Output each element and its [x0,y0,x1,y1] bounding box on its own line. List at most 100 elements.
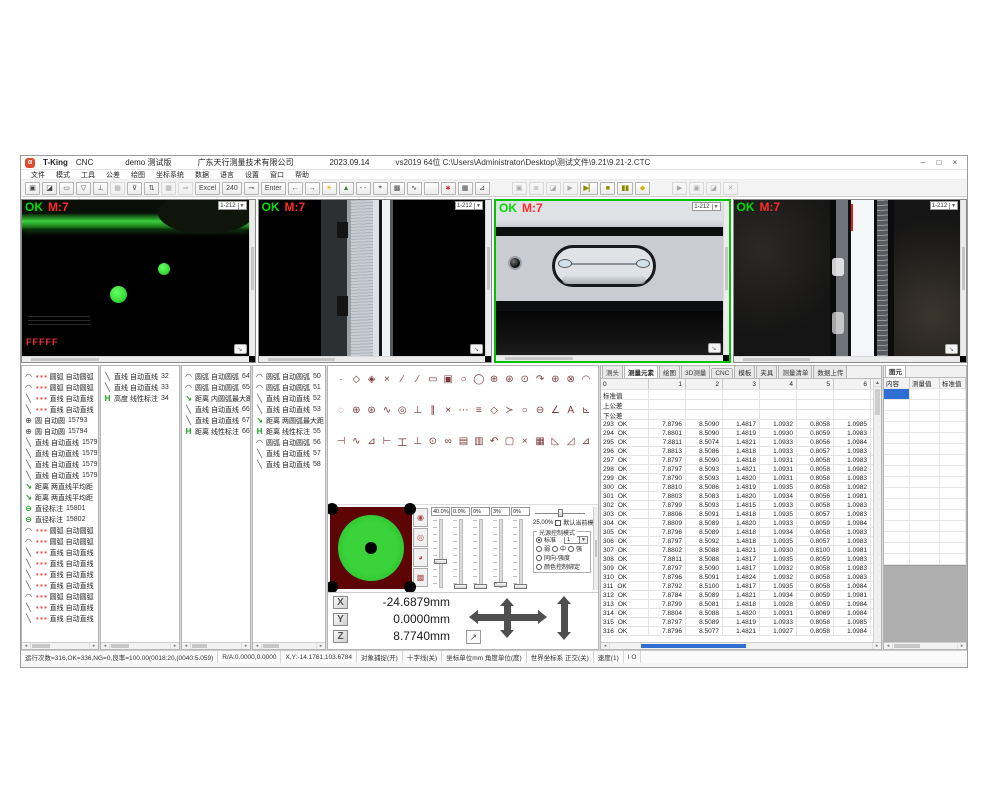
save-button[interactable]: ▣ [25,182,40,195]
concentric-ring-tool-icon[interactable]: ◎ [395,404,409,417]
z-jog-arrow[interactable] [561,604,568,632]
z-axis-button[interactable]: Z [333,630,348,643]
rectangle-tool-icon[interactable]: ▭ [426,373,440,386]
element-row[interactable] [884,422,966,433]
camera-4-view[interactable]: OK M:7 1-212▼ ↘ [734,200,961,356]
camera-4-hscrollbar[interactable] [734,356,961,362]
feature-list-2-hscrollbar[interactable]: ◂ ▸ [101,642,179,649]
camera-2-hscrollbar[interactable] [259,356,486,362]
color-bind-radio[interactable] [536,564,542,570]
point-set-tool-icon[interactable]: ⋯ [457,404,471,417]
ring-outer-button[interactable]: ◎ [413,528,428,547]
menu-item[interactable]: 公差 [106,170,120,180]
element-row[interactable] [884,477,966,488]
light-slider-thumb[interactable] [434,559,447,564]
maximize-button[interactable]: □ [931,158,947,167]
camera-2-zoom-select[interactable]: 1-212▼ [455,201,483,210]
menu-item[interactable]: 文件 [31,170,45,180]
table-row[interactable]: 300OK7.88108.50861.48191.09350.80581.098… [601,483,881,492]
arrow-right-button[interactable]: → [305,182,320,195]
open-report-button[interactable]: ◪ [706,182,721,195]
arc-tool-icon[interactable]: ↷ [533,373,547,386]
element-row[interactable] [884,444,966,455]
menu-item[interactable]: 语言 [220,170,234,180]
feature-list-item[interactable]: ╲直线自动直线67 [182,415,250,426]
tab-8[interactable]: 测量清单 [778,365,812,378]
feature-list-item[interactable]: ╲∗∗∗直线自动直线 [22,558,98,569]
undo-tool-icon[interactable]: ↶ [487,435,501,448]
master-light-slider[interactable] [535,509,585,517]
concentric-circle-tool-icon[interactable]: ⊙ [518,373,532,386]
auto-rectangle-tool-icon[interactable]: ▣ [441,373,455,386]
scroll-left-icon[interactable]: ◂ [182,643,190,649]
feature-list-item[interactable]: H高度线性标注34 [101,393,179,404]
element-row[interactable] [884,532,966,543]
level-radio[interactable] [568,546,574,552]
list-run-button[interactable]: ≣ [529,182,544,195]
enter-button[interactable]: Enter [261,182,286,195]
table-row[interactable]: 301OK7.88038.50831.48201.09340.80561.098… [601,492,881,501]
tab-3[interactable]: 绘图 [659,365,680,378]
level-radio[interactable] [536,546,542,552]
feature-list-item[interactable]: ↘距离两直线平均距 [22,492,98,503]
profile-chart-button[interactable]: ⊿ [475,182,490,195]
feature-list-item[interactable]: ╲直线自动直线66 [182,404,250,415]
light-slider-track[interactable] [451,517,470,590]
table-hscrollbar[interactable]: ◂ ▸ [601,642,881,649]
angle-tool-icon[interactable]: ∠ [548,404,562,417]
grid-view-tool-icon[interactable]: ▦ [533,435,547,448]
camera-3-zoom-select[interactable]: 1-212▼ [692,202,720,211]
menu-item[interactable]: 工具 [81,170,95,180]
light-slider-track[interactable] [471,517,490,590]
table-row[interactable]: 302OK7.87998.50931.48151.09330.80581.098… [601,501,881,510]
diameter-tool-icon[interactable]: ⊖ [533,404,547,417]
arrow-left-button[interactable]: ← [288,182,303,195]
tab-4[interactable]: 3D测量 [681,365,710,378]
intersection-tool-icon[interactable]: × [380,373,394,386]
scroll-left-icon[interactable]: ◂ [22,643,30,649]
scroll-right-icon[interactable]: ▸ [171,643,179,649]
width-dim-tool-icon[interactable]: 工 [395,435,409,448]
parallel-tool-icon[interactable]: ∥ [426,404,440,417]
stage-align-button[interactable]: ⊥ [93,182,108,195]
curve-fit-button[interactable]: ∿ [407,182,422,195]
auto-line-tool-icon[interactable]: ⁄ [411,373,425,386]
new-program-button[interactable]: ▭ [59,182,74,195]
play-button[interactable]: ▶ [563,182,578,195]
ring-quadrant-button[interactable]: ◕ [413,548,428,567]
feature-list-item[interactable]: ◠圆弧自动圆弧51 [253,382,325,393]
dither-button[interactable]: ▦ [458,182,473,195]
feature-list-item[interactable]: ◠圆弧自动圆弧56 [253,437,325,448]
feature-list-item[interactable]: ╲∗∗∗直线自动直线 [22,580,98,591]
camera-2-vscrollbar[interactable] [485,200,491,356]
feature-list-item[interactable]: ╲∗∗∗直线自动直线 [22,613,98,624]
element-row[interactable] [884,521,966,532]
slope-right-tool-icon[interactable]: ◿ [564,435,578,448]
light-bulb-button[interactable]: ☀ [322,182,337,195]
scan-circle-tool-icon[interactable]: ◯ [472,373,486,386]
delete-tool-icon[interactable]: × [518,435,532,448]
scroll-right-icon[interactable]: ▸ [873,643,881,649]
scroll-left-icon[interactable]: ◂ [884,643,892,649]
sync-intensity-radio[interactable] [536,555,542,561]
calibrate-2-button[interactable]: ▦ [161,182,176,195]
table-row[interactable]: 304OK7.88098.50891.48201.09330.80591.098… [601,519,881,528]
tab-1[interactable]: 测头 [602,365,623,378]
feature-list-item[interactable]: ◠圆弧自动圆弧64 [182,371,250,382]
camera-4-zoom-select[interactable]: 1-212▼ [930,201,958,210]
camera-3-vscrollbar[interactable] [723,201,729,355]
scroll-right-icon[interactable]: ▸ [90,643,98,649]
scroll-right-icon[interactable]: ▸ [958,643,966,649]
probe-button[interactable]: ▽ [76,182,91,195]
table-row[interactable]: 297OK7.87978.50901.48181.09310.80581.098… [601,456,881,465]
camera-2-view[interactable]: OK M:7 1-212▼ ↘ [259,200,486,356]
play-to-end-button[interactable]: ▶▏ [580,182,599,195]
tab-9[interactable]: 数据上传 [813,365,847,378]
feature-list-item[interactable]: ╲直线自动直线53 [253,404,325,415]
point-tool-icon[interactable]: · [334,373,348,386]
tab-6[interactable]: 模板 [734,365,755,378]
cross-intersect-tool-icon[interactable]: × [441,404,455,417]
blank-button[interactable] [424,182,439,195]
feature-list-item[interactable]: ╲∗∗∗直线自动直线 [22,547,98,558]
menu-item[interactable]: 窗口 [270,170,284,180]
